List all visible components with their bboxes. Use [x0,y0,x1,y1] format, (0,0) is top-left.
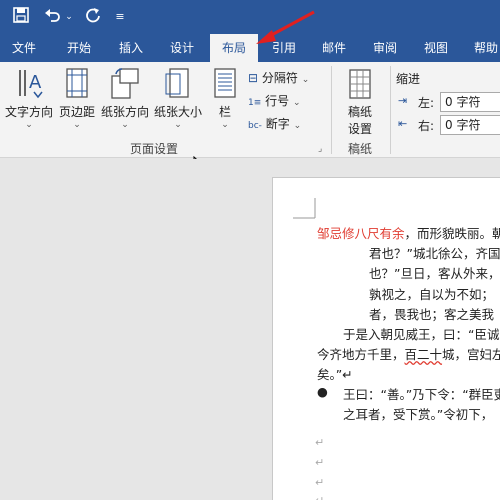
tab-file[interactable]: 文件 [0,34,48,62]
hyphenation-icon: bc- [248,121,262,131]
text-line: 王曰：“善。”乃下令：“群臣吏 [343,387,500,402]
margins-icon [66,68,88,98]
text-line: 矣。”↵ [317,367,353,382]
text-line: 君也？”城北徐公，齐国 [369,246,500,261]
manuscript-settings-button[interactable]: 稿纸 设置 [336,68,384,137]
text-line: 邹忌修八尺有余，而形貌昳丽。朝 [317,226,500,241]
chevron-down-icon: ⌄ [121,120,129,130]
manuscript-icon [349,69,371,99]
text-line: 者，畏我也；客之美我 [369,307,495,322]
indent-right-label: 右: [418,119,435,133]
manuscript-group-label: 稿纸 [348,142,373,156]
document-page[interactable]: 邹忌修八尺有余，而形貌昳丽。朝 君也？”城北徐公，齐国 也？”旦日，客从外来， … [272,177,500,500]
columns-button[interactable]: 栏 ⌄ [206,66,244,130]
tab-home[interactable]: 开始 [55,34,103,62]
orientation-button[interactable]: 纸张方向 ⌄ [99,66,151,130]
chevron-down-icon: ⌄ [174,120,182,130]
paragraph-mark: ↵ [315,456,325,469]
chevron-down-icon: ⌄ [73,120,81,130]
text-direction-button[interactable]: A 文字方向 ⌄ [3,66,55,130]
dialog-launcher-icon[interactable]: ⌟ [318,144,322,154]
indent-title: 缩进 [396,72,421,86]
redo-icon[interactable] [82,7,104,27]
orientation-icon [111,68,139,99]
size-button[interactable]: 纸张大小 ⌄ [152,66,204,130]
undo-dropdown-icon[interactable]: ⌄ [64,7,74,27]
tab-help[interactable]: 帮助 [466,34,500,62]
page-setup-group-label: 页面设置 [130,142,179,156]
chevron-down-icon: ⌄ [25,120,33,130]
annotation-arrow-icon [256,10,315,44]
chevron-down-icon: ⌄ [292,98,301,108]
line-numbers-icon: 1≡ [248,98,262,108]
paragraph-mark: ↵ [315,476,325,489]
undo-icon[interactable] [42,7,64,27]
tab-review[interactable]: 审阅 [361,34,409,62]
margins-button[interactable]: 页边距 ⌄ [56,66,98,130]
tab-design[interactable]: 设计 [158,34,206,62]
indent-left-icon: ⇥ [398,94,408,107]
text-line: 也？”旦日，客从外来， [369,266,500,281]
tab-layout[interactable]: 布局 [210,34,258,62]
text-direction-icon: A [19,70,43,99]
text-line: 今齐地方千里，百二十城，宫妇左 [317,347,500,362]
columns-icon [214,68,236,98]
breaks-button[interactable]: ⊟ 分隔符 ⌄ [248,68,309,88]
indent-left-input[interactable]: 0 字符 [440,92,500,112]
bullet-icon: ● [317,384,328,399]
title-bar: ⌄ ≡ [0,0,500,34]
hyphenation-button[interactable]: bc- 断字 ⌄ [248,114,301,134]
tab-insert[interactable]: 插入 [107,34,155,62]
paragraph-mark: ↵ [315,436,325,449]
ribbon: A 文字方向 ⌄ 页边距 ⌄ 纸张方向 ⌄ 纸张大小 ⌄ 栏 ⌄ ⊟ 分隔符 ⌄… [0,62,500,158]
chevron-down-icon: ⌄ [293,121,302,131]
breaks-icon: ⊟ [248,71,259,85]
margin-corner-mark [293,198,316,219]
text-line: 之耳者，受下赏。”令初下， [343,407,494,422]
tab-view[interactable]: 视图 [412,34,460,62]
group-divider [390,66,391,154]
indent-right-input[interactable]: 0 字符 [440,115,500,135]
paragraph-mark: ↵ [315,494,324,500]
text-line: 孰视之，自以为不如； [369,287,495,302]
indent-left-label: 左: [418,96,435,110]
chevron-down-icon: ⌄ [301,75,310,85]
ribbon-tabs: 文件 开始 插入 设计 布局 引用 邮件 审阅 视图 帮助 [0,34,500,62]
save-icon[interactable] [10,7,32,27]
svg-text:A: A [29,72,42,93]
group-divider [331,66,332,154]
line-numbers-button[interactable]: 1≡ 行号 ⌄ [248,91,301,111]
text-line: 于是入朝见威王，曰：“臣诚 [343,327,500,342]
size-icon [165,68,189,98]
customize-icon[interactable]: ≡ [112,7,128,27]
chevron-down-icon: ⌄ [221,120,229,130]
indent-right-icon: ⇤ [398,117,408,130]
